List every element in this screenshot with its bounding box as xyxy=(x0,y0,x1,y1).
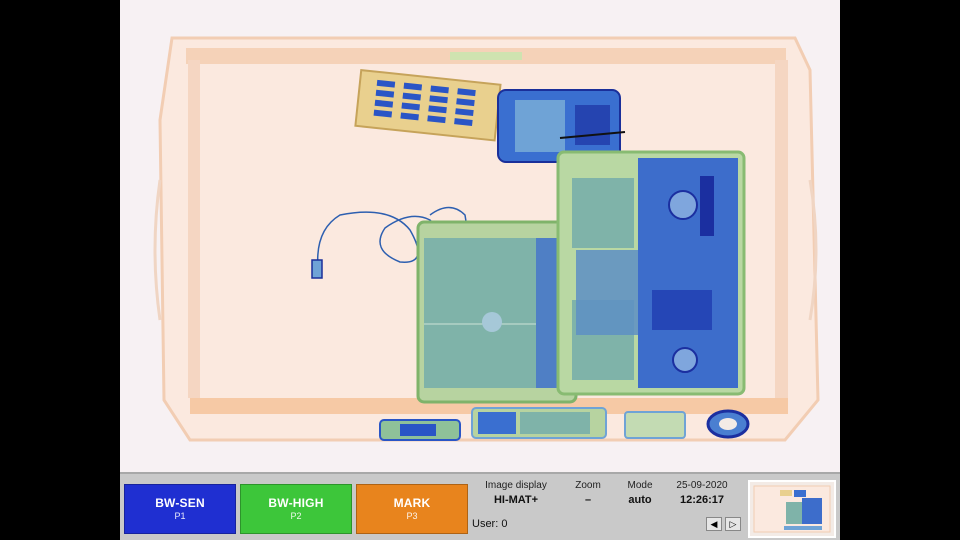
time-value: 12:26:17 xyxy=(679,494,725,506)
bw-sen-key: P1 xyxy=(174,511,186,521)
mode-label: Mode xyxy=(627,480,653,491)
image-display-value: HI-MAT+ xyxy=(493,494,539,506)
tablet xyxy=(416,220,578,404)
status-bar: BW-SEN P1 BW-HIGH P2 MARK P3 Image displ… xyxy=(120,472,840,540)
image-display-info: Image display HI-MAT+ xyxy=(476,480,556,506)
next-arrow-icon: ▷ xyxy=(729,519,737,529)
bw-sen-label: BW-SEN xyxy=(155,496,205,510)
zoom-value: – xyxy=(584,494,592,506)
bw-sen-button[interactable]: BW-SEN P1 xyxy=(124,484,236,534)
bw-high-key: P2 xyxy=(290,511,302,521)
prev-image-button[interactable]: ◀ xyxy=(706,517,722,531)
bw-high-label: BW-HIGH xyxy=(268,496,324,510)
datetime-info: 25-09-2020 12:26:17 xyxy=(672,480,732,506)
xray-scan-image xyxy=(120,0,840,472)
date-value: 25-09-2020 xyxy=(676,480,728,491)
mark-label: MARK xyxy=(393,496,431,510)
next-image-button[interactable]: ▷ xyxy=(725,517,741,531)
scan-thumbnail[interactable] xyxy=(748,480,836,538)
laptop xyxy=(556,150,746,396)
apple-logo-icon xyxy=(482,312,502,332)
zoom-info: Zoom – xyxy=(568,480,608,506)
zoom-label: Zoom xyxy=(575,480,601,491)
prev-arrow-icon: ◀ xyxy=(710,519,718,529)
mode-info: Mode auto xyxy=(620,480,660,506)
bw-high-button[interactable]: BW-HIGH P2 xyxy=(240,484,352,534)
mark-key: P3 xyxy=(406,511,418,521)
thumbnail-image xyxy=(753,485,831,533)
xray-screen: BW-SEN P1 BW-HIGH P2 MARK P3 Image displ… xyxy=(120,0,840,540)
user-indicator: User: 0 xyxy=(472,518,508,530)
image-display-label: Image display xyxy=(485,480,547,491)
mode-value: auto xyxy=(628,494,652,506)
mark-button[interactable]: MARK P3 xyxy=(356,484,468,534)
